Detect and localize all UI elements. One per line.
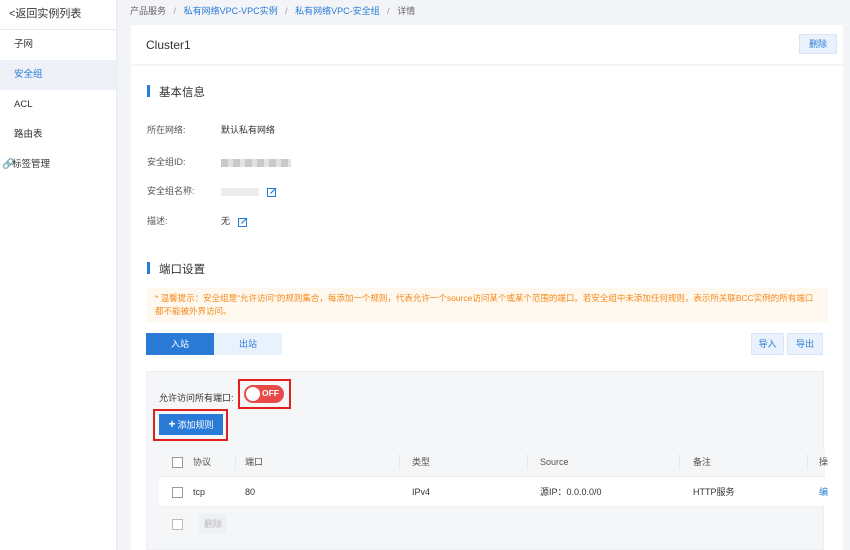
tip-banner: * 温馨提示：安全组是“允许访问”的规则集合，每添加一个规则，代表允许一个sou… (147, 288, 828, 322)
name-row: 安全组名称: (147, 184, 277, 197)
add-rule-label: 添加规则 (177, 420, 214, 430)
header-operation: 操 (819, 457, 829, 467)
column-divider (235, 454, 236, 470)
breadcrumb-separator: / (285, 6, 288, 16)
cell-type: IPv4 (412, 487, 431, 497)
breadcrumb-separator: / (173, 6, 177, 16)
tab-inbound[interactable]: 入站 (146, 333, 214, 355)
edit-name-icon[interactable] (266, 187, 277, 197)
column-divider (399, 454, 400, 470)
add-rule-button[interactable]: + 添加规则 (159, 414, 223, 435)
basic-info-title: 基本信息 (147, 84, 205, 100)
column-divider (527, 454, 528, 470)
cell-protocol: tcp (193, 487, 206, 497)
table-footer: 删除 (159, 509, 825, 539)
export-button[interactable]: 导出 (787, 333, 823, 355)
footer-select-checkbox[interactable] (172, 519, 183, 530)
id-label: 安全组ID: (147, 157, 186, 167)
edit-desc-icon[interactable] (237, 217, 248, 227)
sidebar-item-label: 标签管理 (12, 159, 51, 170)
table-header-row: 协议 端口 类型 Source 备注 操 (159, 447, 829, 477)
masked-id-value (221, 158, 291, 167)
allow-all-ports-label: 允许访问所有端口: (159, 393, 234, 403)
sidebar-item-route-table[interactable]: 路由表 (0, 120, 116, 150)
sidebar-item-tag-management[interactable]: 🔗标签管理 (0, 150, 116, 180)
desc-value: 无 (221, 216, 231, 226)
header-port: 端口 (245, 457, 264, 467)
select-all-checkbox[interactable] (172, 457, 183, 468)
page-title: Cluster1 (146, 38, 191, 52)
row-checkbox[interactable] (172, 487, 183, 498)
plus-icon: + (168, 417, 176, 431)
header-type: 类型 (412, 457, 431, 467)
cell-operation-link[interactable]: 编 (819, 477, 828, 507)
id-row: 安全组ID: (147, 155, 291, 168)
breadcrumb-security-group[interactable]: 私有网络VPC-安全组 (295, 6, 380, 16)
cell-port: 80 (245, 487, 256, 497)
header-protocol: 协议 (193, 457, 212, 467)
sidebar-item-security-group[interactable]: 安全组 (0, 60, 116, 90)
breadcrumb: 产品服务 / 私有网络VPC-VPC实例 / 私有网络VPC-安全组 / 详情 (130, 4, 415, 17)
sidebar-item-subnet[interactable]: 子网 (0, 30, 116, 60)
link-icon: 🔗 (2, 159, 15, 170)
back-to-list-link[interactable]: <返回实例列表 (0, 0, 116, 30)
network-label: 所在网络: (147, 125, 186, 135)
desc-row: 描述: 无 (147, 214, 248, 227)
allow-all-ports-toggle[interactable]: OFF (244, 385, 284, 403)
desc-label: 描述: (147, 216, 168, 226)
import-button[interactable]: 导入 (751, 333, 784, 355)
cell-note: HTTP服务 (693, 487, 735, 497)
rules-panel: 允许访问所有端口: OFF +添加规则 协议 端口 类型 Source 备注 (146, 371, 829, 550)
column-divider (679, 454, 680, 470)
main-card: 基本信息 所在网络: 默认私有网络 安全组ID: 安全组名称: 描述: 无 端口设置… (131, 66, 843, 550)
sidebar: <返回实例列表 子网 安全组 ACL 路由表 🔗标签管理 (0, 0, 117, 550)
name-label: 安全组名称: (147, 186, 195, 196)
rules-table: 协议 端口 类型 Source 备注 操 tcp 80 IPv4 源IP：0.0… (159, 447, 829, 507)
delete-button[interactable]: 删除 (799, 34, 837, 54)
table-row: tcp 80 IPv4 源IP：0.0.0.0/0 HTTP服务 编 (159, 477, 828, 507)
breadcrumb-root: 产品服务 (130, 6, 167, 16)
header-card: Cluster1 删除 (131, 25, 843, 64)
network-row: 所在网络: 默认私有网络 (147, 123, 275, 136)
header-source: Source (540, 457, 569, 467)
toggle-knob (246, 387, 260, 401)
tab-outbound[interactable]: 出站 (214, 333, 282, 355)
sidebar-item-acl[interactable]: ACL (0, 90, 116, 120)
header-note: 备注 (693, 457, 712, 467)
bulk-delete-button[interactable]: 删除 (199, 514, 227, 534)
column-divider (807, 454, 808, 470)
breadcrumb-vpc-instance[interactable]: 私有网络VPC-VPC实例 (184, 6, 278, 16)
breadcrumb-separator: / (387, 6, 390, 16)
masked-name-value (221, 187, 259, 196)
network-value: 默认私有网络 (221, 125, 276, 135)
port-settings-title: 端口设置 (147, 261, 205, 277)
cell-source: 源IP：0.0.0.0/0 (540, 487, 602, 497)
toggle-state-text: OFF (262, 388, 279, 398)
breadcrumb-current: 详情 (397, 6, 416, 16)
